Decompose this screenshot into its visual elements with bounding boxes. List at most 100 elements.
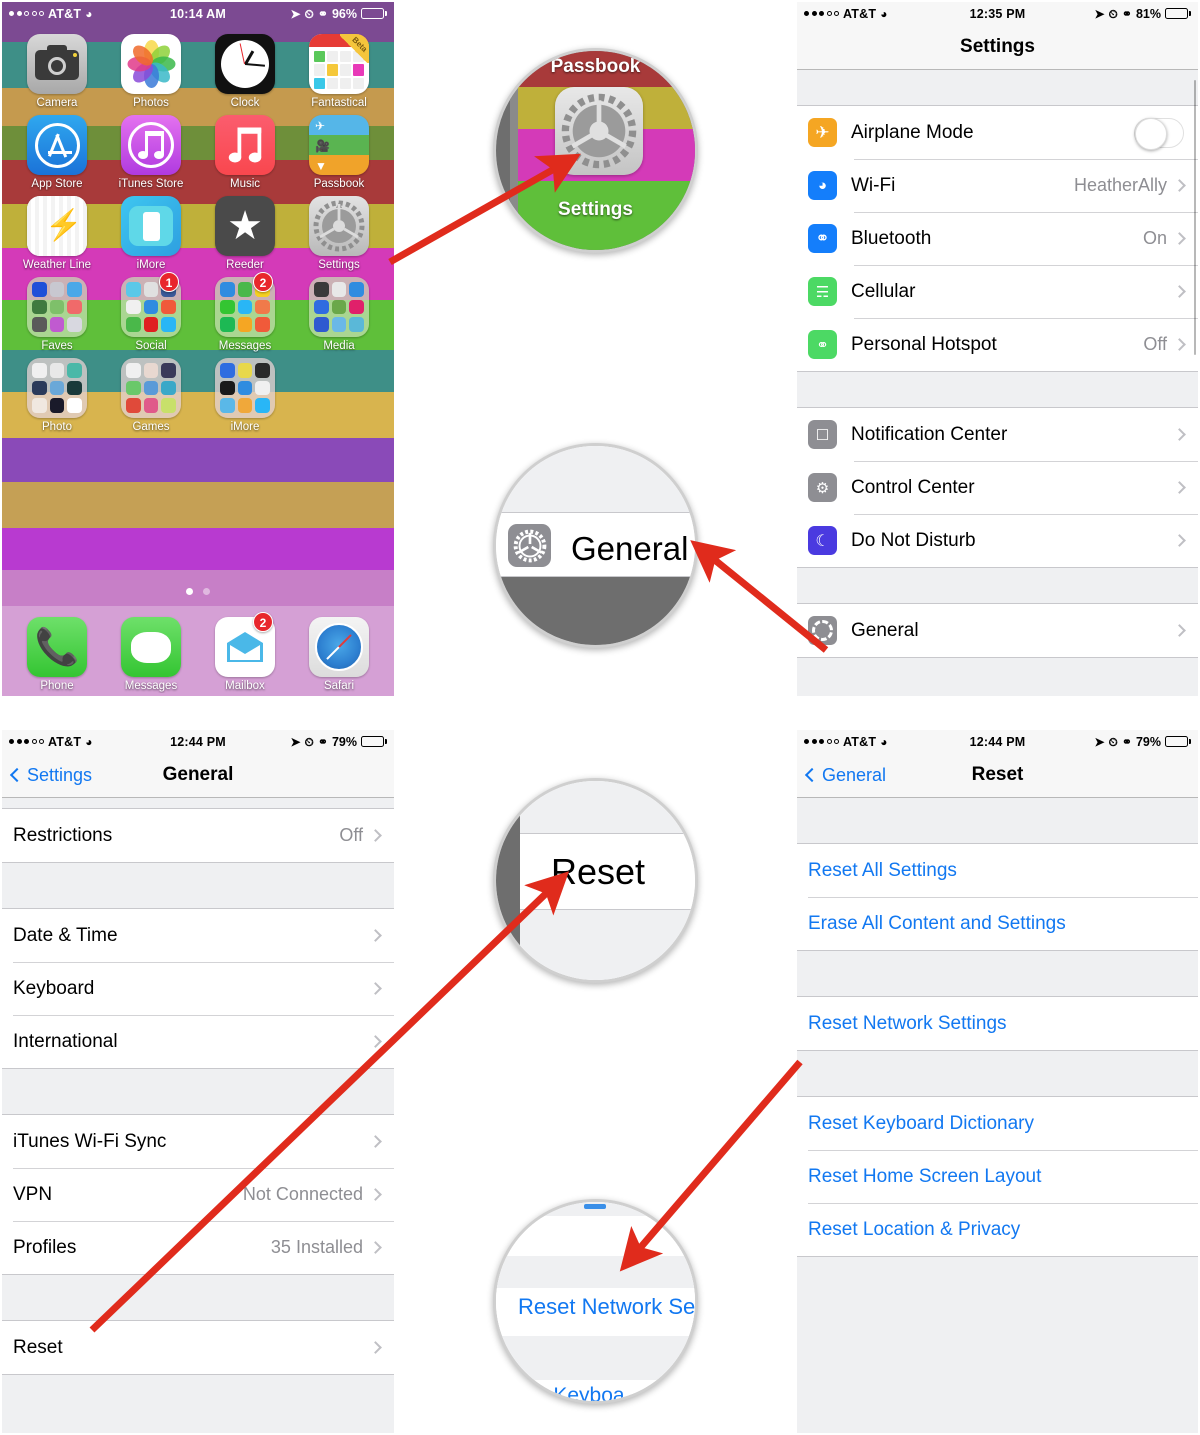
app-photos[interactable]: Photos <box>104 29 198 110</box>
app-reeder[interactable]: ★ Reeder <box>198 191 292 272</box>
dock-app-phone[interactable]: 📞 Phone <box>10 612 104 693</box>
app-settings[interactable]: Settings <box>292 191 386 272</box>
app-label: Reeder <box>226 259 264 271</box>
row-label: Restrictions <box>13 824 113 846</box>
carrier-label: AT&T <box>48 734 82 749</box>
back-button[interactable]: Settings <box>9 765 92 786</box>
reset-list[interactable]: Reset All Settings Erase All Content and… <box>797 798 1198 1433</box>
general-row-date-time[interactable]: Date & Time <box>2 909 394 962</box>
app-itunes-store[interactable]: iTunes Store <box>104 110 198 191</box>
chevron-right-icon <box>1173 534 1186 547</box>
settings-row-do-not-disturb[interactable]: ☾ Do Not Disturb <box>797 514 1198 567</box>
settings-row-wifi[interactable]: ◕ Wi-Fi HeatherAlly <box>797 159 1198 212</box>
settings-row-airplane-mode[interactable]: ✈ Airplane Mode <box>797 106 1198 159</box>
row-label: iTunes Wi-Fi Sync <box>13 1130 167 1152</box>
airplane-mode-toggle[interactable] <box>1134 117 1184 150</box>
general-list[interactable]: Restrictions Off Date & Time Keyboard In… <box>2 798 394 1433</box>
list-gap <box>797 798 1198 843</box>
settings-gear-icon <box>808 616 837 645</box>
page-indicator[interactable] <box>2 582 394 600</box>
app-label: Messages <box>124 680 178 692</box>
home-empty-slot <box>292 353 386 434</box>
reset-row-reset-network-settings[interactable]: Reset Network Settings <box>797 997 1198 1050</box>
app-passbook[interactable]: ✈ 🎥 ▼ Passbook <box>292 110 386 191</box>
row-label: Cellular <box>851 280 916 302</box>
list-gap <box>797 568 1198 603</box>
settings-row-bluetooth[interactable]: ⚭ Bluetooth On <box>797 212 1198 265</box>
reset-row-reset-location-privacy[interactable]: Reset Location & Privacy <box>797 1203 1198 1256</box>
app-weather-line[interactable]: ⚡ Weather Line <box>10 191 104 272</box>
general-row-reset[interactable]: Reset <box>2 1321 394 1374</box>
magnifier-content: Passbook Settings <box>496 51 695 250</box>
row-label: Do Not Disturb <box>851 529 976 551</box>
reset-row-erase-all-content[interactable]: Erase All Content and Settings <box>797 897 1198 950</box>
battery-icon <box>361 736 387 747</box>
folder-media[interactable]: Media <box>292 272 386 353</box>
folder-icon <box>121 358 181 418</box>
folder-photo[interactable]: Photo <box>10 353 104 434</box>
chevron-right-icon <box>1173 179 1186 192</box>
folder-social[interactable]: 1 Social <box>104 272 198 353</box>
general-navbar: Settings General <box>2 753 394 798</box>
row-value: 35 Installed <box>270 1237 363 1257</box>
folder-faves[interactable]: Faves <box>10 272 104 353</box>
app-label: App Store <box>31 178 83 190</box>
location-arrow-icon: ➤ <box>290 734 301 749</box>
cellular-antenna-icon: ☴ <box>808 277 837 306</box>
settings-row-cellular[interactable]: ☴ Cellular <box>797 265 1198 318</box>
row-label: Date & Time <box>13 924 118 946</box>
dock-app-messages[interactable]: Messages <box>104 612 198 693</box>
app-app-store[interactable]: App Store <box>10 110 104 191</box>
general-row-itunes-wifi-sync[interactable]: iTunes Wi-Fi Sync <box>2 1115 394 1168</box>
settings-row-personal-hotspot[interactable]: ⚭ Personal Hotspot Off <box>797 318 1198 371</box>
folder-label: Media <box>323 340 355 352</box>
row-label: Reset Keyboard Dictionary <box>808 1112 1034 1134</box>
folder-label: Faves <box>41 340 73 352</box>
carrier-label: AT&T <box>48 6 82 21</box>
dock-app-mailbox[interactable]: 2 Mailbox <box>198 612 292 693</box>
badge-count: 1 <box>159 272 179 292</box>
bluetooth-icon: ⚭ <box>317 734 328 749</box>
settings-row-control-center[interactable]: ⚙ Control Center <box>797 461 1198 514</box>
magnifier-sub-label: et Keyboa <box>530 1384 625 1404</box>
bluetooth-icon: ⚭ <box>1121 734 1132 749</box>
general-row-profiles[interactable]: Profiles 35 Installed <box>2 1221 394 1274</box>
vertical-scrollbar[interactable] <box>1193 80 1196 355</box>
app-clock[interactable]: Clock <box>198 29 292 110</box>
folder-games[interactable]: Games <box>104 353 198 434</box>
app-music[interactable]: Music <box>198 110 292 191</box>
general-row-international[interactable]: International <box>2 1015 394 1068</box>
app-fantastical[interactable]: Beta Fantastical <box>292 29 386 110</box>
general-row-restrictions[interactable]: Restrictions Off <box>2 809 394 862</box>
folder-imore[interactable]: iMore <box>198 353 292 434</box>
app-imore[interactable]: iMore <box>104 191 198 272</box>
reset-row-reset-keyboard-dictionary[interactable]: Reset Keyboard Dictionary <box>797 1097 1198 1150</box>
app-camera[interactable]: Camera <box>10 29 104 110</box>
signal-strength-icon <box>804 11 839 16</box>
row-label: Notification Center <box>851 423 1008 445</box>
back-button[interactable]: General <box>804 765 886 786</box>
row-value: Off <box>339 825 363 845</box>
general-row-vpn[interactable]: VPN Not Connected <box>2 1168 394 1221</box>
itunes-store-icon <box>121 115 181 175</box>
row-value: On <box>1142 228 1167 248</box>
folder-messages[interactable]: 2 Messages <box>198 272 292 353</box>
home-status-bar: AT&T ◕ 10:14 AM ➤ ⏲ ⚭ 96% <box>2 2 394 25</box>
camera-icon <box>27 34 87 94</box>
general-group-sync: iTunes Wi-Fi Sync VPN Not Connected Prof… <box>2 1114 394 1275</box>
folder-icon <box>215 358 275 418</box>
settings-list[interactable]: ✈ Airplane Mode ◕ Wi-Fi HeatherAlly ⚭ Bl… <box>797 70 1198 696</box>
settings-row-general[interactable]: General <box>797 604 1198 657</box>
reset-row-reset-all-settings[interactable]: Reset All Settings <box>797 844 1198 897</box>
list-gap <box>797 70 1198 105</box>
app-icon-grid: Camera Photos Clock Beta Fantastical App… <box>2 25 394 434</box>
dock-app-safari[interactable]: Safari <box>292 612 386 693</box>
reset-row-reset-home-screen-layout[interactable]: Reset Home Screen Layout <box>797 1150 1198 1203</box>
settings-app-magnifier: Passbook Settings <box>493 48 698 253</box>
general-row-keyboard[interactable]: Keyboard <box>2 962 394 1015</box>
wifi-icon: ◕ <box>880 6 888 21</box>
chevron-right-icon <box>1173 232 1186 245</box>
home-row: Photo Games iMore <box>10 353 386 434</box>
row-value: Not Connected <box>242 1184 363 1204</box>
settings-row-notification-center[interactable]: ☐ Notification Center <box>797 408 1198 461</box>
